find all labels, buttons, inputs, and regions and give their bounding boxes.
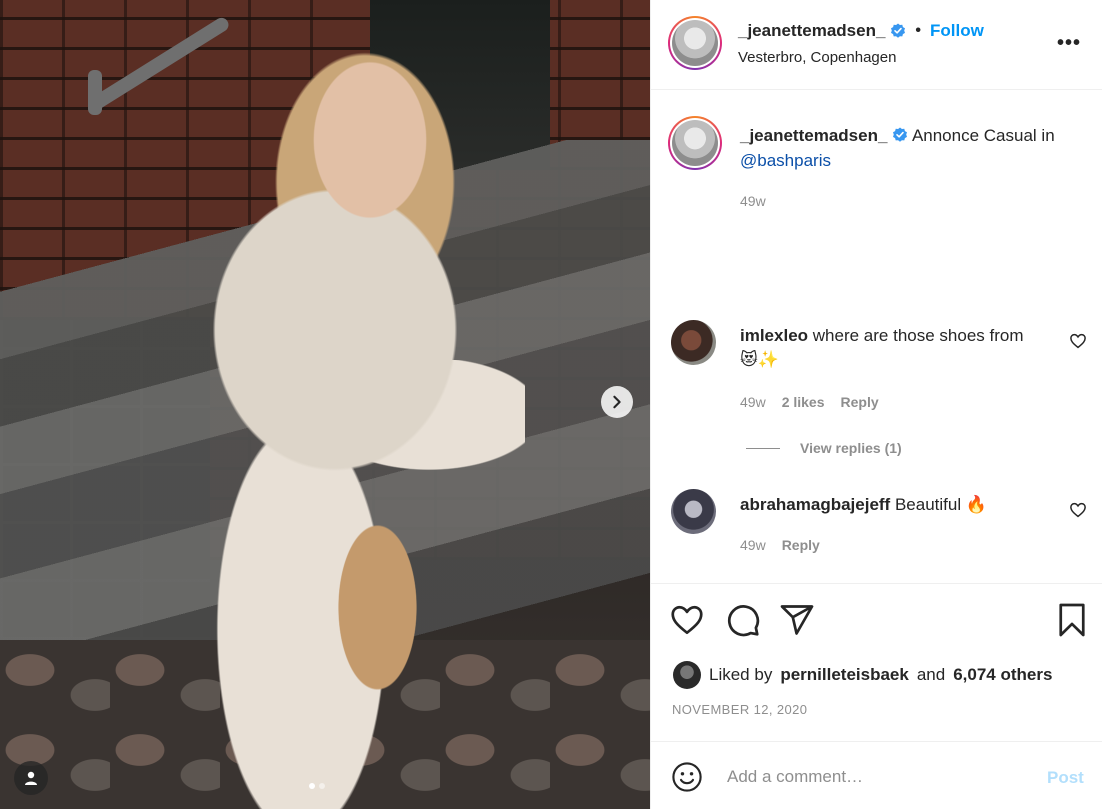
likes-others-count[interactable]: 6,074 others <box>953 665 1052 685</box>
person-sweater <box>205 180 465 480</box>
author-username[interactable]: _jeanettemadsen_ <box>738 21 885 41</box>
replies-divider <box>746 447 780 449</box>
user-tag-icon <box>25 771 37 785</box>
comment-timestamp[interactable]: 49w <box>740 394 766 410</box>
comment-icon[interactable] <box>725 602 761 638</box>
liker-avatar[interactable] <box>673 661 701 689</box>
separator-dot: • <box>915 22 922 39</box>
comment-timestamp[interactable]: 49w <box>740 537 766 553</box>
likes-conjunction: and <box>916 665 946 684</box>
handrail-post <box>88 70 102 115</box>
carousel-dot-active <box>309 783 315 789</box>
carousel-indicator <box>309 783 325 789</box>
caption-username[interactable]: _jeanettemadsen_ <box>740 126 887 145</box>
carousel-dot <box>319 783 325 789</box>
verified-badge-icon <box>893 127 908 142</box>
heart-icon[interactable] <box>1069 332 1087 350</box>
emoji-icon[interactable] <box>671 761 703 793</box>
commenter-avatar[interactable] <box>671 320 716 365</box>
caption-mention-link[interactable]: @bashparis <box>740 151 831 170</box>
commenter-username[interactable]: imlexleo <box>740 326 808 345</box>
likes-prefix: Liked by <box>709 665 773 684</box>
comment-likes-count[interactable]: 2 likes <box>782 394 825 410</box>
view-replies-label: View replies (1) <box>800 440 902 456</box>
author-line: _jeanettemadsen_ • Follow <box>738 21 984 41</box>
caption-body: Annonce Casual in <box>911 126 1055 145</box>
author-avatar[interactable] <box>668 16 722 70</box>
user-tag-button[interactable] <box>14 761 48 795</box>
comment-body: Beautiful 🔥 <box>894 495 988 514</box>
likes-summary: Liked by pernilleteisbaek and 6,074 othe… <box>673 661 1052 689</box>
post-header: _jeanettemadsen_ • Follow Vesterbro, Cop… <box>651 0 1102 90</box>
caption-avatar[interactable] <box>668 116 722 170</box>
comment-input[interactable] <box>727 762 1027 792</box>
bookmark-icon[interactable] <box>1054 602 1090 638</box>
share-icon[interactable] <box>779 602 815 638</box>
add-comment-bar: Post <box>651 741 1102 809</box>
post-comment-button[interactable]: Post <box>1047 768 1084 788</box>
post-photo[interactable] <box>0 0 650 809</box>
verified-badge-icon <box>891 23 906 38</box>
post-location[interactable]: Vesterbro, Copenhagen <box>738 49 896 66</box>
carousel-next-button[interactable] <box>601 386 633 418</box>
view-replies-button[interactable]: View replies (1) <box>746 440 902 456</box>
more-options-button[interactable]: ••• <box>1057 32 1081 55</box>
comment-reply-button[interactable]: Reply <box>841 394 879 410</box>
person-face <box>312 60 428 220</box>
commenter-username[interactable]: abrahamagbajejeff <box>740 495 890 514</box>
caption-text: _jeanettemadsen_ Annonce Casual in @bash… <box>740 123 1085 173</box>
comment-reply-button[interactable]: Reply <box>782 537 820 553</box>
caption-timestamp[interactable]: 49w <box>740 193 766 209</box>
comment-text: abrahamagbajejeff Beautiful 🔥 <box>740 493 1045 517</box>
chevron-right-icon <box>613 395 621 409</box>
person-boot <box>335 520 420 695</box>
like-heart-icon[interactable] <box>669 602 705 638</box>
post-date[interactable]: NOVEMBER 12, 2020 <box>672 702 807 717</box>
comment-meta: 49w Reply <box>740 537 820 553</box>
post-sidebar: _jeanettemadsen_ • Follow Vesterbro, Cop… <box>650 0 1102 809</box>
heart-icon[interactable] <box>1069 501 1087 519</box>
comment-meta: 49w 2 likes Reply <box>740 394 879 410</box>
post-actions: Liked by pernilleteisbaek and 6,074 othe… <box>651 583 1102 741</box>
follow-button[interactable]: Follow <box>930 21 984 41</box>
liker-username[interactable]: pernilleteisbaek <box>780 665 909 685</box>
comment-text: imlexleo where are those shoes from 😻✨ <box>740 324 1045 372</box>
commenter-avatar[interactable] <box>671 489 716 534</box>
